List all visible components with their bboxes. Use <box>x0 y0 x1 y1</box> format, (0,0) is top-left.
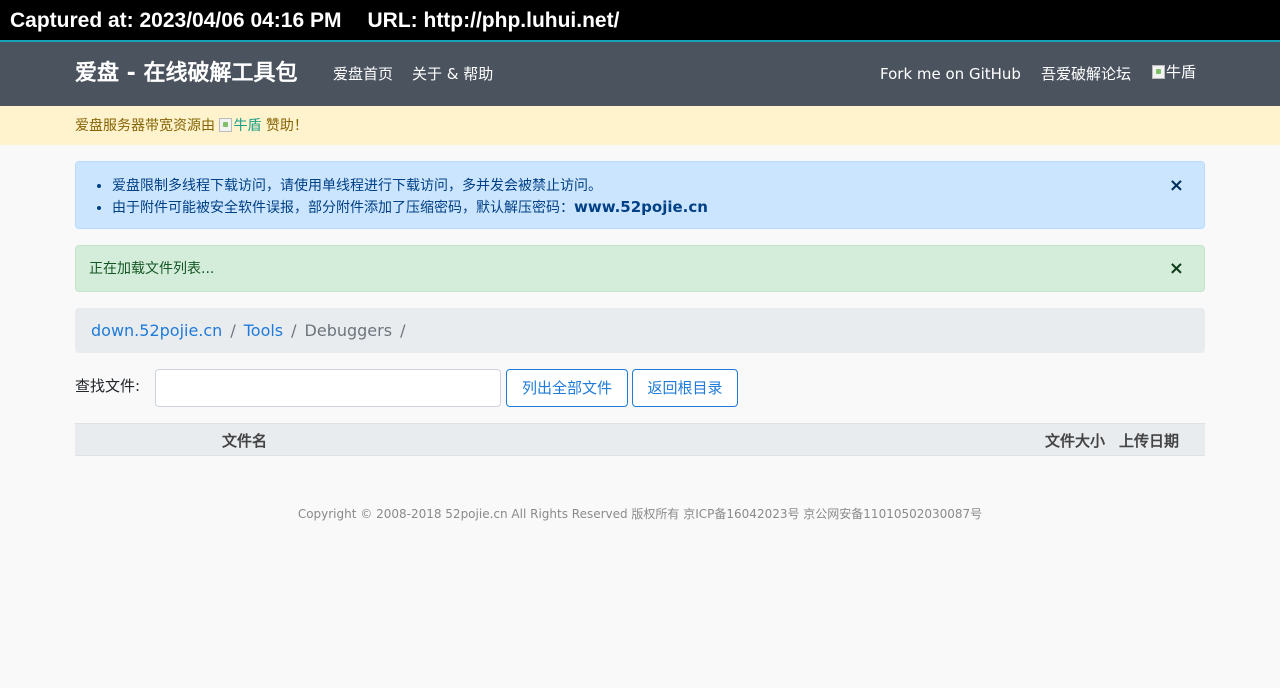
sponsor-prefix: 爱盘服务器带宽资源由 <box>75 118 215 134</box>
info-alert-item: 由于附件可能被安全软件误报，部分附件添加了压缩密码，默认解压密码：www.52p… <box>112 197 708 219</box>
close-icon[interactable]: × <box>1169 260 1184 278</box>
search-input[interactable] <box>155 369 501 407</box>
nav-link-home[interactable]: 爱盘首页 <box>333 64 393 84</box>
nav-link-forum[interactable]: 吾爱破解论坛 <box>1041 64 1131 84</box>
broken-image-icon <box>219 118 233 132</box>
breadcrumb-separator: / <box>291 321 297 340</box>
info-alert-item-text: 爱盘限制多线程下载访问，请使用单线程进行下载访问，多并发会被禁止访问。 <box>112 178 602 194</box>
back-to-root-button[interactable]: 返回根目录 <box>632 369 738 407</box>
captured-at-text: Captured at: 2023/04/06 04:16 PM <box>10 9 342 32</box>
top-navbar: 爱盘 - 在线破解工具包 爱盘首页 关于 & 帮助 Fork me on Git… <box>0 42 1280 106</box>
breadcrumb-item-tools[interactable]: Tools <box>244 321 283 340</box>
sponsor-banner: 爱盘服务器带宽资源由 牛盾 赞助！ <box>0 106 1280 145</box>
broken-image-icon <box>1152 65 1165 79</box>
info-alert-item: 爱盘限制多线程下载访问，请使用单线程进行下载访问，多并发会被禁止访问。 <box>112 176 708 197</box>
page-footer: Copyright © 2008-2018 52pojie.cn All Rig… <box>297 507 983 521</box>
breadcrumb-separator: / <box>230 321 236 340</box>
breadcrumb-item-current: Debuggers <box>304 321 393 340</box>
info-alert-list: 爱盘限制多线程下载访问，请使用单线程进行下载访问，多并发会被禁止访问。 由于附件… <box>112 176 708 219</box>
loading-alert: 正在加载文件列表... × <box>75 245 1205 292</box>
capture-info-bar: Captured at: 2023/04/06 04:16 PM URL: htt… <box>0 0 1280 40</box>
column-header-filesize[interactable]: 文件大小 <box>1045 431 1105 451</box>
info-alert-item-text: 由于附件可能被安全软件误报，部分附件添加了压缩密码，默认解压密码： <box>112 200 574 216</box>
sponsor-image-alt: 牛盾 <box>233 118 262 134</box>
captured-url-text: URL: http://php.luhui.net/ <box>367 9 620 32</box>
breadcrumb-item-root[interactable]: down.52pojie.cn <box>91 321 222 340</box>
nav-sponsor-image-alt: 牛盾 <box>1166 63 1197 81</box>
sponsor-text: 爱盘服务器带宽资源由 牛盾 赞助！ <box>75 116 308 136</box>
column-header-filename[interactable]: 文件名 <box>222 431 267 451</box>
nav-sponsor-image[interactable]: 牛盾 <box>1152 62 1196 82</box>
column-header-upload-date[interactable]: 上传日期 <box>1119 431 1179 451</box>
search-label: 查找文件: <box>75 377 141 395</box>
site-brand[interactable]: 爱盘 - 在线破解工具包 <box>75 60 297 88</box>
nav-link-github[interactable]: Fork me on GitHub <box>880 64 1021 84</box>
breadcrumb: down.52pojie.cn / Tools / Debuggers / <box>75 308 1205 353</box>
sponsor-suffix: 赞助！ <box>265 118 308 134</box>
default-password: www.52pojie.cn <box>574 198 708 216</box>
list-all-files-button[interactable]: 列出全部文件 <box>506 369 628 407</box>
sponsor-image-link[interactable]: 牛盾 <box>219 118 261 134</box>
breadcrumb-separator: / <box>400 321 406 340</box>
nav-link-about-help[interactable]: 关于 & 帮助 <box>412 64 493 84</box>
file-table-header: 文件名 文件大小 上传日期 <box>75 423 1205 456</box>
info-alert: 爱盘限制多线程下载访问，请使用单线程进行下载访问，多并发会被禁止访问。 由于附件… <box>75 161 1205 229</box>
close-icon[interactable]: × <box>1169 177 1184 195</box>
loading-message: 正在加载文件列表... <box>89 261 215 277</box>
